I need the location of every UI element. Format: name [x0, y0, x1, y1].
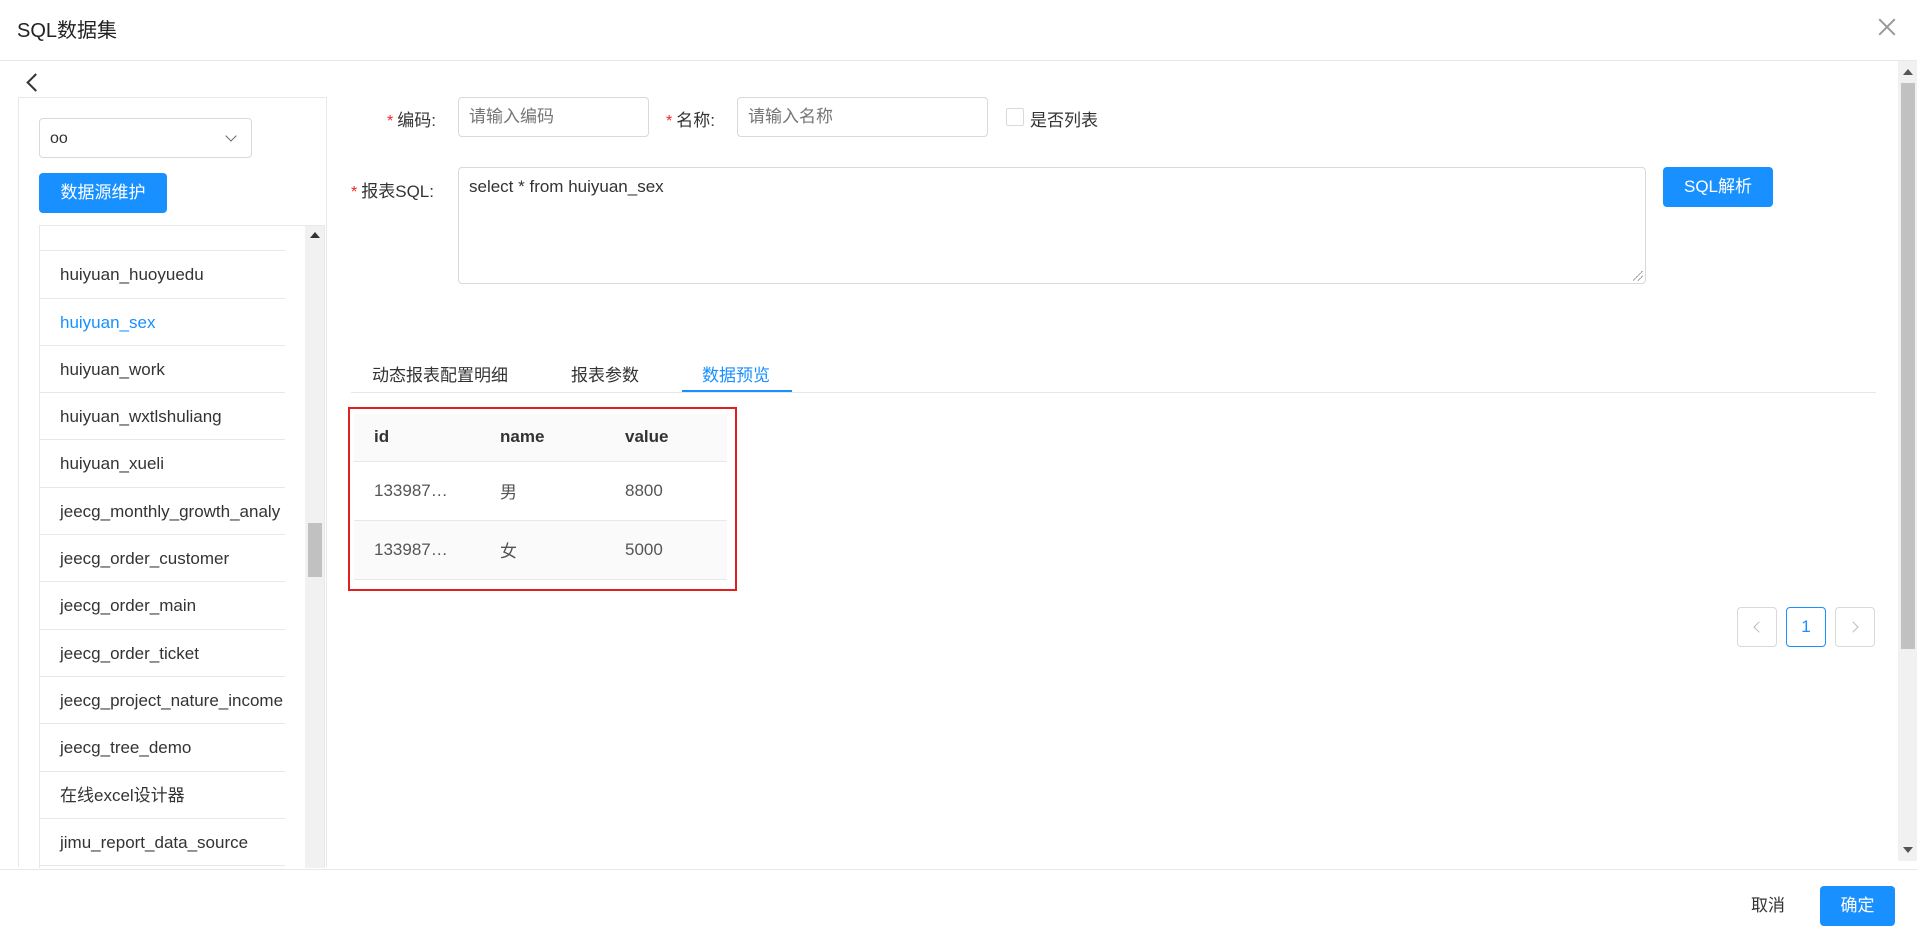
table-row[interactable]: 133987… 男 8800 — [354, 461, 727, 521]
dialog-footer: 取消 确定 — [0, 869, 1917, 933]
cell-value: 8800 — [605, 461, 727, 521]
list-item[interactable]: jeecg_order_main — [40, 582, 285, 630]
scroll-up-icon[interactable] — [1903, 69, 1913, 75]
resize-handle-icon[interactable] — [1633, 271, 1643, 281]
sql-label: * 报表SQL: — [351, 182, 434, 201]
list-item[interactable]: huiyuan_wxtlshuliang — [40, 393, 285, 441]
list-item[interactable]: huiyuan_xueli — [40, 440, 285, 488]
list-item[interactable]: jeecg_monthly_growth_analy — [40, 488, 285, 536]
cancel-button[interactable]: 取消 — [1726, 886, 1810, 926]
datasource-panel: oo 数据源维护 huiyuan_huoyuedu huiyuan_sex hu… — [18, 97, 327, 868]
chevron-right-icon — [1847, 621, 1859, 633]
code-input[interactable] — [458, 97, 649, 137]
tab-config-detail[interactable]: 动态报表配置明细 — [372, 361, 508, 386]
confirm-button[interactable]: 确定 — [1820, 886, 1895, 926]
detail-tabs: 动态报表配置明细 报表参数 数据预览 — [351, 353, 1876, 393]
cell-value: 5000 — [605, 520, 727, 580]
list-item[interactable]: jimu_report_data_source — [40, 819, 285, 867]
next-page-button[interactable] — [1835, 607, 1875, 647]
tab-active-indicator — [682, 390, 792, 392]
table-list-scrollbar[interactable] — [305, 226, 324, 868]
sql-parse-button[interactable]: SQL解析 — [1663, 167, 1773, 207]
table-row[interactable]: 133987… 女 5000 — [354, 520, 727, 580]
table-list-items: huiyuan_huoyuedu huiyuan_sex huiyuan_wor… — [40, 226, 285, 867]
table-list: huiyuan_huoyuedu huiyuan_sex huiyuan_wor… — [39, 225, 325, 868]
cell-id: 133987… — [354, 520, 480, 580]
list-item-partial[interactable] — [40, 226, 285, 252]
name-label: * 名称: — [666, 111, 715, 130]
list-item[interactable]: huiyuan_huoyuedu — [40, 251, 285, 299]
cell-id: 133987… — [354, 461, 480, 521]
close-icon[interactable] — [1877, 17, 1897, 37]
prev-page-button[interactable] — [1737, 607, 1777, 647]
column-header-id[interactable]: id — [354, 414, 480, 462]
sql-text: select * from huiyuan_sex — [469, 177, 664, 196]
name-input[interactable] — [737, 97, 988, 137]
back-arrow-icon[interactable] — [24, 71, 40, 91]
chevron-down-icon — [225, 130, 237, 142]
list-item-active[interactable]: huiyuan_sex — [40, 299, 285, 346]
scroll-up-icon[interactable] — [310, 232, 320, 238]
column-header-name[interactable]: name — [480, 414, 605, 462]
cell-name: 男 — [480, 461, 605, 521]
scroll-down-icon[interactable] — [1903, 847, 1913, 853]
sql-textarea[interactable]: select * from huiyuan_sex — [458, 167, 1646, 284]
code-label: * 编码: — [387, 111, 436, 130]
page-1-button[interactable]: 1 — [1786, 607, 1826, 647]
dialog-scrollbar[interactable] — [1898, 61, 1917, 861]
list-item[interactable]: jeecg_order_ticket — [40, 630, 285, 677]
datasource-maintain-button[interactable]: 数据源维护 — [39, 173, 167, 213]
dialog-title: SQL数据集 — [17, 20, 118, 42]
chevron-left-icon — [1753, 621, 1765, 633]
is-list-label: 是否列表 — [1030, 111, 1098, 130]
is-list-checkbox[interactable] — [1006, 108, 1024, 126]
list-item[interactable]: jeecg_order_customer — [40, 535, 285, 583]
list-item[interactable]: jeecg_tree_demo — [40, 724, 285, 772]
preview-table: id name value 133987… 男 8800 133987… 女 5… — [354, 414, 727, 580]
tab-report-params[interactable]: 报表参数 — [571, 361, 639, 386]
table-header-row: id name value — [354, 414, 727, 462]
sql-dataset-dialog: SQL数据集 oo 数据源维护 huiyuan_huoyuedu huiyuan… — [0, 0, 1917, 933]
cell-name: 女 — [480, 520, 605, 580]
dialog-header: SQL数据集 — [0, 0, 1917, 61]
scrollbar-thumb[interactable] — [1901, 83, 1915, 649]
list-item[interactable]: huiyuan_work — [40, 346, 285, 394]
list-item[interactable]: jeecg_project_nature_income — [40, 677, 285, 725]
datasource-select[interactable]: oo — [39, 118, 252, 158]
datasource-select-value: oo — [50, 130, 68, 147]
tab-data-preview[interactable]: 数据预览 — [702, 361, 770, 386]
column-header-value[interactable]: value — [605, 414, 727, 462]
list-item[interactable]: 在线excel设计器 — [40, 772, 285, 819]
scrollbar-thumb[interactable] — [308, 523, 322, 577]
